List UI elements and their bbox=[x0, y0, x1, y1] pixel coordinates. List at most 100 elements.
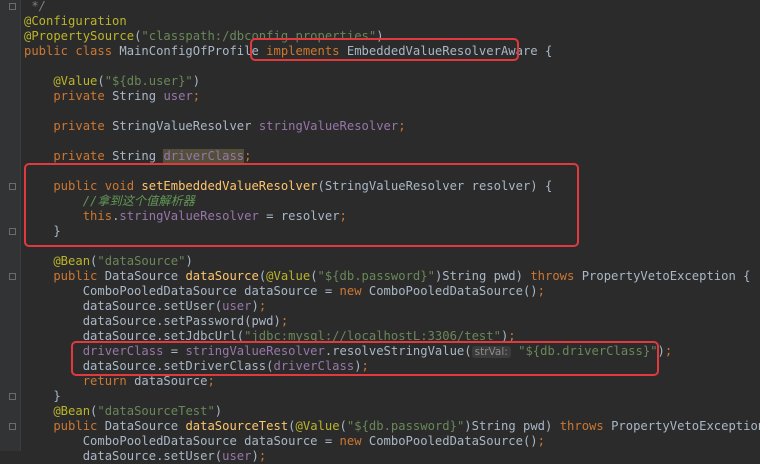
fold-icon[interactable] bbox=[9, 423, 16, 430]
code-token: ( bbox=[310, 269, 318, 283]
code-token: ; bbox=[339, 209, 347, 223]
code-token: dataSource.setJdbcUrl( bbox=[24, 329, 245, 343]
code-token: dataSource.setPassword(pwd) bbox=[24, 314, 281, 328]
code-token: ComboPooledDataSource dataSource = bbox=[24, 284, 340, 298]
code-token: EmbeddedValueResolverAware bbox=[346, 44, 545, 58]
code-token: dataSource bbox=[185, 269, 259, 283]
code-token: ) bbox=[376, 29, 384, 43]
code-token: ; bbox=[537, 434, 545, 448]
code-token: ; bbox=[398, 119, 406, 133]
code-line[interactable]: return dataSource; bbox=[24, 374, 215, 389]
fold-icon[interactable] bbox=[9, 393, 16, 400]
code-line[interactable]: private String driverClass; bbox=[24, 149, 252, 164]
code-token: ; bbox=[280, 314, 289, 328]
code-token: StringValueResolver bbox=[112, 119, 259, 133]
code-line[interactable]: private String user; bbox=[24, 89, 200, 104]
code-token: return bbox=[24, 374, 135, 388]
code-line[interactable]: @PropertySource("classpath:/dbconfig.pro… bbox=[24, 29, 384, 44]
code-token: dataSource bbox=[134, 374, 208, 388]
code-token: "jdbc:mysql://localhostL:3306/test" bbox=[244, 329, 501, 343]
code-token: MainConfigOfProfile bbox=[119, 44, 267, 58]
code-line[interactable]: dataSource.setDriverClass(driverClass); bbox=[24, 359, 369, 374]
code-token: dataSource.setDriverClass( bbox=[24, 359, 274, 373]
code-line[interactable]: private StringValueResolver stringValueR… bbox=[24, 119, 406, 134]
code-line[interactable]: dataSource.setJdbcUrl("jdbc:mysql://loca… bbox=[24, 329, 516, 344]
code-line[interactable]: public DataSource dataSourceTest(@Value(… bbox=[24, 419, 760, 434]
code-line[interactable]: public DataSource dataSource(@Value("${d… bbox=[24, 269, 750, 284]
code-token: dataSource.setUser( bbox=[24, 449, 223, 463]
code-token: ; bbox=[207, 374, 215, 388]
code-token: .resolveStringValue( bbox=[324, 344, 472, 358]
code-token: "${db.driverClass}" bbox=[518, 344, 658, 358]
code-line[interactable]: driverClass = stringValueResolver.resolv… bbox=[24, 344, 672, 359]
code-token: public class bbox=[24, 44, 120, 58]
code-line[interactable]: */ bbox=[24, 0, 46, 14]
code-line[interactable]: } bbox=[24, 389, 61, 404]
code-token: user bbox=[222, 299, 252, 313]
code-token: } bbox=[24, 389, 61, 403]
code-token: throws bbox=[559, 419, 612, 433]
code-token: ) bbox=[354, 359, 362, 373]
code-line[interactable]: ComboPooledDataSource dataSource = new C… bbox=[24, 284, 545, 299]
fold-icon[interactable] bbox=[9, 183, 16, 190]
fold-icon[interactable] bbox=[9, 228, 16, 235]
code-token: ; bbox=[537, 284, 545, 298]
code-token: ; bbox=[664, 344, 673, 358]
code-line[interactable]: ComboPooledDataSource dataSource = new C… bbox=[24, 434, 545, 449]
code-token: driverClass bbox=[273, 359, 355, 373]
code-token: driverClass bbox=[163, 149, 245, 163]
code-token: ComboPooledDataSource dataSource = bbox=[24, 434, 340, 448]
code-token: strVal: bbox=[471, 346, 511, 358]
fold-icon[interactable] bbox=[9, 3, 16, 10]
code-token: "dataSourceTest" bbox=[97, 404, 215, 418]
code-token: = bbox=[163, 344, 186, 358]
code-token: "${db.user}" bbox=[104, 74, 193, 88]
code-line[interactable]: } bbox=[24, 224, 61, 239]
code-token: DataSource bbox=[104, 419, 186, 433]
code-token: )String pwd) bbox=[434, 269, 531, 283]
code-token: "${db.password}" bbox=[346, 419, 465, 433]
code-token: @Bean bbox=[24, 254, 91, 268]
code-line[interactable]: @Bean("dataSourceTest") bbox=[24, 404, 222, 419]
code-line[interactable]: this.stringValueResolver = resolver; bbox=[24, 209, 347, 224]
code-token: private bbox=[24, 119, 113, 133]
code-token: @Value bbox=[295, 419, 340, 433]
code-token: private bbox=[24, 149, 113, 163]
code-line[interactable]: dataSource.setUser(user); bbox=[24, 299, 266, 314]
code-token: implements bbox=[266, 44, 347, 58]
code-line[interactable]: dataSource.setPassword(pwd); bbox=[24, 314, 288, 329]
code-token: PropertyVetoException { bbox=[611, 419, 760, 433]
code-token: @Value bbox=[24, 74, 98, 88]
code-line[interactable]: @Bean("dataSource") bbox=[24, 254, 192, 269]
code-line[interactable]: @Configuration bbox=[24, 14, 127, 29]
fold-icon[interactable] bbox=[9, 273, 16, 280]
code-line[interactable]: //拿到这个值解析器 bbox=[24, 194, 195, 209]
code-token: dataSourceTest bbox=[185, 419, 289, 433]
code-token: user bbox=[222, 449, 252, 463]
code-line[interactable]: dataSource.setUser(user); bbox=[24, 449, 266, 464]
code-token: 拿到这个值解析器 bbox=[97, 194, 195, 208]
code-token: ; bbox=[508, 329, 516, 343]
code-token: ( bbox=[97, 74, 105, 88]
code-token: } bbox=[24, 224, 61, 238]
code-token: "classpath:/dbconfig.properties" bbox=[141, 29, 377, 43]
code-token: this bbox=[24, 209, 113, 223]
code-token: // bbox=[24, 194, 98, 208]
code-token: throws bbox=[530, 269, 582, 283]
code-token: @Configuration bbox=[24, 14, 127, 28]
code-token: ComboPooledDataSource() bbox=[368, 284, 538, 298]
code-token: public bbox=[24, 269, 105, 283]
code-token: String bbox=[112, 149, 164, 163]
code-line[interactable]: public class MainConfigOfProfile impleme… bbox=[24, 44, 552, 59]
code-token: @Bean bbox=[24, 404, 91, 418]
code-token: new bbox=[339, 284, 369, 298]
code-line[interactable]: @Value("${db.user}") bbox=[24, 74, 200, 89]
code-token: stringValueResolver bbox=[185, 344, 325, 358]
code-editor[interactable]: */@Configuration @PropertySource("classpa… bbox=[0, 0, 760, 463]
code-token: dataSource.setUser( bbox=[24, 299, 223, 313]
code-token: PropertyVetoException { bbox=[581, 269, 751, 283]
code-token: ComboPooledDataSource() bbox=[368, 434, 538, 448]
code-token: */ bbox=[24, 0, 47, 13]
code-line[interactable]: public void setEmbeddedValueResolver(Str… bbox=[24, 179, 552, 194]
code-token: DataSource bbox=[104, 269, 186, 283]
